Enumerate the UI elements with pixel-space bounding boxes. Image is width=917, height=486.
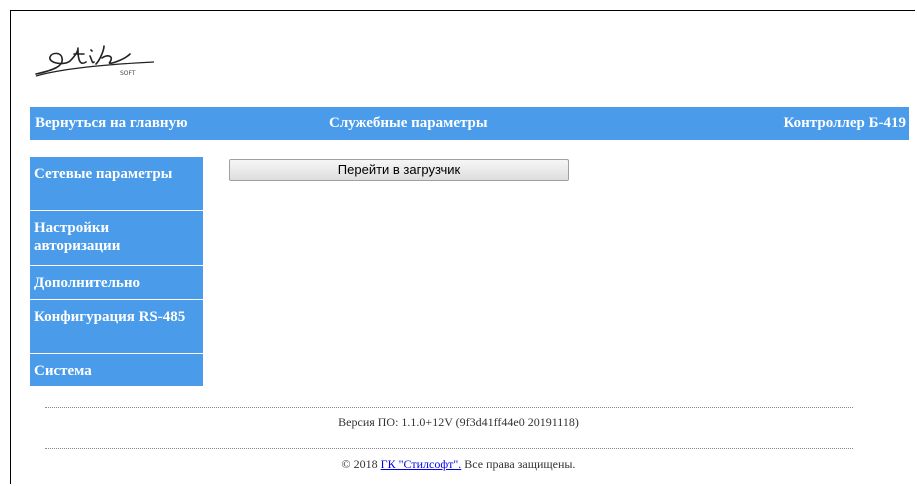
back-to-main-link[interactable]: Вернуться на главную: [35, 115, 188, 132]
company-link[interactable]: ГК "Стилсофт".: [381, 457, 462, 471]
top-bar: Вернуться на главную Служебные параметры…: [30, 107, 909, 140]
divider: [45, 448, 853, 449]
sidebar-item-system[interactable]: Система: [30, 354, 203, 387]
copyright: © 2018 ГК "Стилсофт". Все права защищены…: [0, 457, 917, 472]
divider: [45, 407, 853, 408]
page-title: Служебные параметры: [329, 115, 488, 131]
sidebar-item-additional[interactable]: Дополнительно: [30, 266, 203, 300]
firmware-version: Версия ПО: 1.1.0+12V (9f3d41ff44e0 20191…: [338, 415, 579, 429]
go-to-bootloader-button[interactable]: Перейти в загрузчик: [229, 159, 569, 181]
sidebar-menu: Сетевые параметры Настройки авторизации …: [30, 157, 203, 387]
sidebar-item-rs485[interactable]: Конфигурация RS-485: [30, 300, 203, 354]
device-name: Контроллер Б-419: [783, 115, 906, 131]
copyright-suffix: Все права защищены.: [461, 457, 576, 471]
sidebar-item-auth[interactable]: Настройки авторизации: [30, 211, 203, 266]
copyright-prefix: © 2018: [341, 457, 381, 471]
stilsoft-logo: SOFT: [35, 45, 155, 77]
logo-sub: SOFT: [120, 70, 136, 77]
sidebar-item-network[interactable]: Сетевые параметры: [30, 157, 203, 211]
